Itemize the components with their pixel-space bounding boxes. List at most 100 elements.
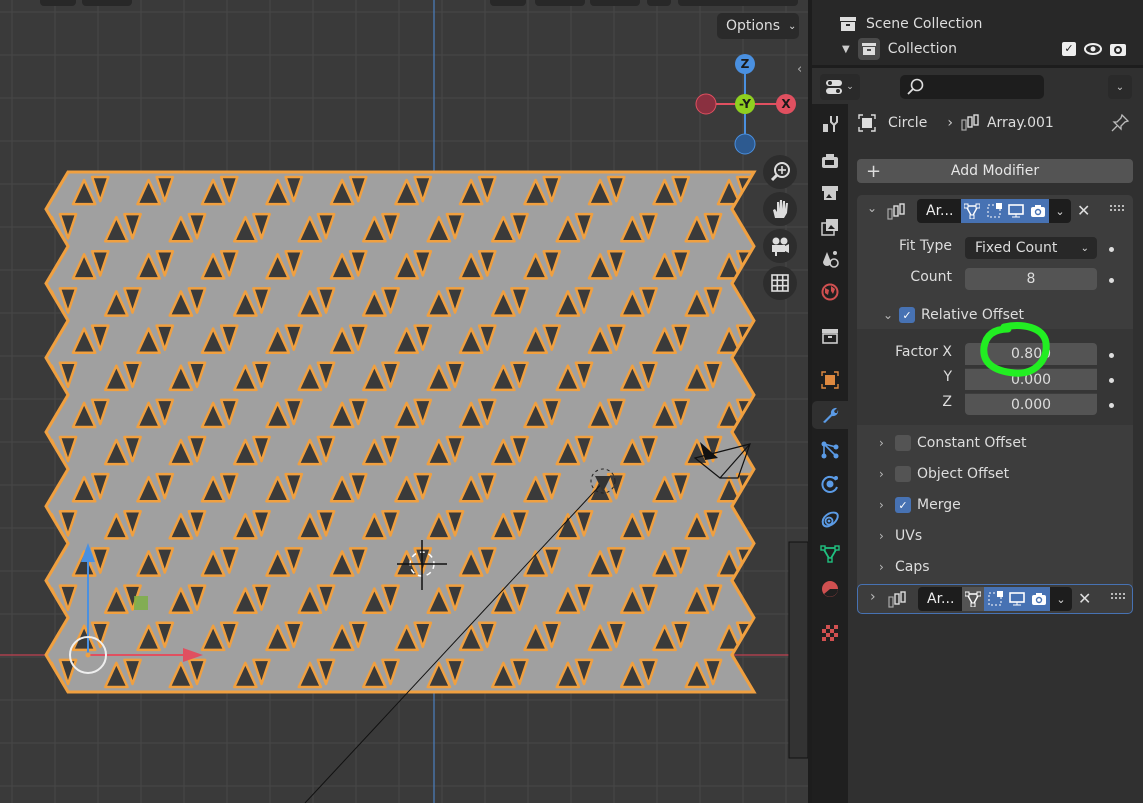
header-button[interactable]: [40, 0, 76, 6]
collapse-chevron-icon[interactable]: ⌄: [883, 308, 893, 322]
factor-z-field[interactable]: 0.000: [965, 393, 1097, 415]
physics-icon: [821, 475, 838, 493]
viewport-toggle[interactable]: [1006, 587, 1028, 611]
tab-physics[interactable]: [816, 470, 844, 498]
on-cage-icon: [987, 203, 1002, 218]
drag-grip-icon[interactable]: [1111, 593, 1127, 601]
merge-row[interactable]: › ✓ Merge: [879, 497, 961, 513]
properties-search-input[interactable]: [900, 75, 1044, 99]
shading-buttons[interactable]: [678, 0, 798, 6]
add-modifier-button[interactable]: + Add Modifier: [857, 159, 1133, 183]
options-dropdown[interactable]: Options ⌄: [717, 13, 799, 39]
expand-chevron-icon[interactable]: ›: [879, 560, 889, 574]
keyframe-dot[interactable]: [1109, 403, 1114, 408]
camera-view-button[interactable]: [763, 229, 797, 263]
cage-toggle[interactable]: [984, 587, 1006, 611]
keyframe-dot[interactable]: [1109, 353, 1114, 358]
properties-tabs: [812, 104, 848, 803]
overlay-button[interactable]: [647, 0, 671, 6]
cage-toggle[interactable]: [983, 199, 1005, 223]
search-icon: [907, 78, 924, 95]
3d-viewport[interactable]: Z X -Y Options ⌄ ‹: [0, 0, 808, 803]
tab-scene[interactable]: [816, 245, 844, 273]
properties-editor[interactable]: ⌄ ⌄ Circle › Array.001 + Add Modifier ⌄ …: [812, 70, 1143, 803]
snap-button[interactable]: [535, 0, 585, 6]
render-toggle[interactable]: [1028, 587, 1050, 611]
pan-button[interactable]: [763, 192, 797, 226]
tab-tool[interactable]: [816, 110, 844, 138]
count-field[interactable]: 8: [965, 268, 1097, 290]
keyframe-dot[interactable]: [1109, 278, 1114, 283]
modifier-header[interactable]: ⌄ Ar... ⌄ ✕: [857, 195, 1133, 227]
tab-collection[interactable]: [816, 322, 844, 350]
tab-data[interactable]: [816, 540, 844, 568]
constant-offset-row[interactable]: › Constant Offset: [879, 435, 1026, 451]
expand-chevron-icon[interactable]: ›: [879, 498, 889, 512]
object-origin: [85, 652, 91, 658]
tab-world[interactable]: [816, 278, 844, 306]
tab-render[interactable]: [816, 147, 844, 175]
world-icon: [821, 283, 839, 301]
editor-type-button[interactable]: ⌄: [820, 74, 860, 100]
outliner[interactable]: Scene Collection ▼ Collection ✓: [812, 0, 1143, 68]
object-offset-row[interactable]: › Object Offset: [879, 466, 1009, 482]
keyframe-dot[interactable]: [1109, 247, 1114, 252]
expand-chevron-icon[interactable]: ›: [870, 589, 876, 605]
pin-icon[interactable]: [1111, 114, 1129, 132]
tab-output[interactable]: [816, 179, 844, 207]
triangle-lattice-mesh[interactable]: [9, 172, 755, 692]
tab-texture[interactable]: [816, 619, 844, 647]
ortho-toggle-button[interactable]: [763, 266, 797, 300]
modifier-menu-dropdown[interactable]: ⌄: [1049, 199, 1071, 223]
header-button[interactable]: [82, 0, 132, 6]
zoom-button[interactable]: [763, 155, 797, 189]
tab-material[interactable]: [816, 575, 844, 603]
render-camera-icon[interactable]: [1110, 42, 1126, 56]
outliner-scene-collection[interactable]: Scene Collection: [840, 12, 982, 36]
exclude-checkbox[interactable]: ✓: [1062, 42, 1076, 56]
outliner-collection[interactable]: ▼ Collection ✓: [842, 37, 1142, 61]
remove-modifier-icon[interactable]: ✕: [1078, 589, 1091, 608]
uvs-row[interactable]: › UVs: [879, 528, 922, 544]
modifier-name-field[interactable]: Ar...: [918, 587, 962, 611]
modifier-header[interactable]: › Ar... ⌄ ✕: [858, 583, 1134, 615]
viewport-canvas[interactable]: Z X -Y: [0, 0, 808, 803]
relative-offset-checkbox[interactable]: ✓: [899, 307, 915, 323]
collection-box-icon: [840, 17, 856, 31]
object-offset-label: Object Offset: [917, 466, 1010, 482]
proportional-button[interactable]: [590, 0, 640, 6]
constant-offset-checkbox[interactable]: [895, 435, 911, 451]
header-button[interactable]: [490, 0, 526, 6]
breadcrumb-modifier: Array.001: [986, 115, 1054, 131]
keyframe-dot[interactable]: [1109, 378, 1114, 383]
on-cage-icon: [988, 591, 1003, 606]
modifier-name-field[interactable]: Ar...: [917, 199, 961, 223]
array-modifier-panel: ⌄ Ar... ⌄ ✕ Fit Type Fixed Count ⌄ Count…: [857, 195, 1133, 590]
object-icon: [821, 371, 839, 389]
drag-grip-icon[interactable]: [1110, 205, 1126, 213]
tab-constraints[interactable]: [816, 505, 844, 533]
caps-row[interactable]: › Caps: [879, 559, 930, 575]
expand-chevron-icon[interactable]: ›: [879, 436, 889, 450]
viewport-toggle[interactable]: [1005, 199, 1027, 223]
chevron-down-icon: ⌄: [846, 82, 854, 92]
collapse-chevron-icon[interactable]: ⌄: [867, 201, 877, 215]
remove-modifier-icon[interactable]: ✕: [1077, 201, 1090, 220]
tab-modifiers[interactable]: [812, 401, 848, 429]
edit-mode-toggle[interactable]: [962, 587, 984, 611]
modifier-menu-dropdown[interactable]: ⌄: [1050, 587, 1072, 611]
edit-mode-toggle[interactable]: [961, 199, 983, 223]
fit-type-dropdown[interactable]: Fixed Count ⌄: [965, 237, 1097, 259]
expand-chevron-icon[interactable]: ›: [879, 529, 889, 543]
expand-chevron-icon[interactable]: ›: [879, 467, 889, 481]
tab-particles[interactable]: [816, 436, 844, 464]
options-chevron-button[interactable]: ⌄: [1108, 75, 1132, 99]
disclosure-triangle-icon[interactable]: ▼: [842, 44, 850, 55]
object-offset-checkbox[interactable]: [895, 466, 911, 482]
render-toggle[interactable]: [1027, 199, 1049, 223]
tab-view-layer[interactable]: [816, 213, 844, 241]
merge-checkbox[interactable]: ✓: [895, 497, 911, 513]
sidebar-toggle-icon[interactable]: ‹: [797, 58, 808, 80]
eye-icon[interactable]: [1084, 42, 1102, 56]
tab-object[interactable]: [816, 366, 844, 394]
